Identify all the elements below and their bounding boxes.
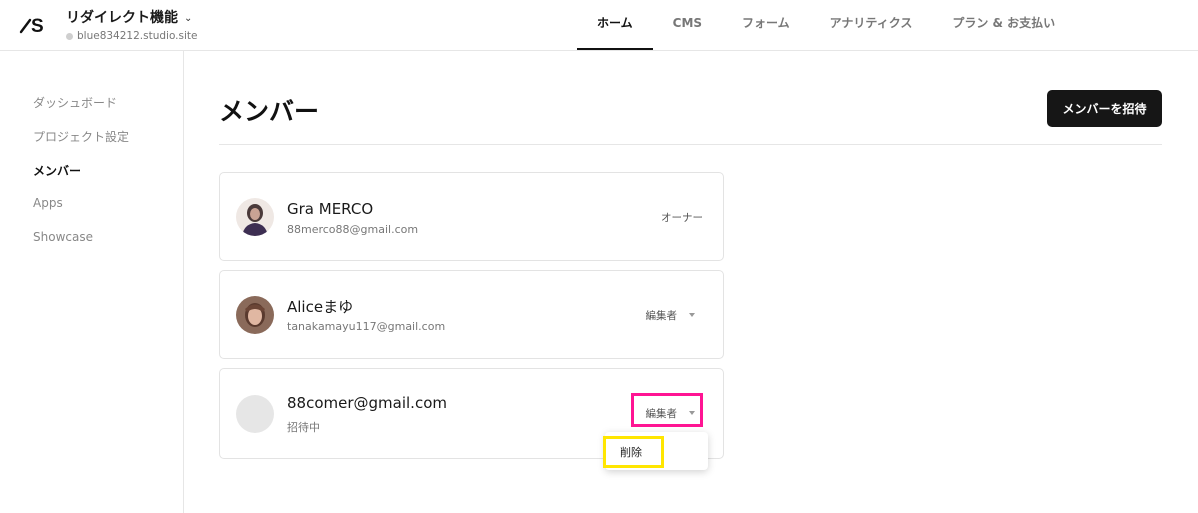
- project-url-row: blue834212.studio.site: [66, 30, 197, 42]
- member-name: Gra MERCO: [287, 200, 374, 218]
- menu-item-label: 削除: [620, 446, 642, 459]
- caret-down-icon: [689, 313, 695, 317]
- avatar: [236, 198, 274, 236]
- role-select[interactable]: 編集者: [645, 308, 695, 323]
- caret-down-icon: [689, 411, 695, 415]
- main-nav: ホーム CMS フォーム アナリティクス プラン & お支払い: [577, 0, 1075, 50]
- member-role: オーナー: [661, 212, 703, 224]
- invite-member-button[interactable]: メンバーを招待: [1047, 90, 1162, 127]
- tab-analytics[interactable]: アナリティクス: [810, 0, 933, 50]
- tab-cms[interactable]: CMS: [653, 0, 722, 50]
- member-email: tanakamayu117@gmail.com: [287, 320, 446, 333]
- divider: [219, 144, 1162, 145]
- member-email: 88merco88@gmail.com: [287, 223, 419, 236]
- role-select-label: 編集者: [645, 310, 678, 322]
- sidebar-item-project-settings[interactable]: プロジェクト設定: [33, 128, 129, 145]
- sidebar-item-apps[interactable]: Apps: [33, 196, 63, 210]
- tab-forms[interactable]: フォーム: [722, 0, 810, 50]
- member-name: Aliceまゆ: [287, 298, 354, 316]
- project-url: blue834212.studio.site: [77, 30, 198, 42]
- role-select-label: 編集者: [645, 408, 678, 420]
- role-dropdown-menu: 削除: [605, 432, 708, 470]
- sidebar-item-members[interactable]: メンバー: [33, 162, 81, 179]
- avatar-placeholder: [236, 395, 274, 433]
- role-select[interactable]: 編集者: [645, 406, 695, 421]
- member-email-name: 88comer@gmail.com: [287, 394, 447, 412]
- top-bar: S リダイレクト機能 ⌄ blue834212.studio.site ホーム C…: [0, 0, 1198, 51]
- project-switcher[interactable]: リダイレクト機能 ⌄ blue834212.studio.site: [66, 7, 197, 42]
- tab-home[interactable]: ホーム: [577, 0, 653, 50]
- member-card: Aliceまゆ tanakamayu117@gmail.com 編集者: [219, 270, 724, 359]
- sidebar-item-showcase[interactable]: Showcase: [33, 230, 93, 244]
- tab-plan-billing[interactable]: プラン & お支払い: [932, 0, 1075, 50]
- member-card: Gra MERCO 88merco88@gmail.com オーナー: [219, 172, 724, 261]
- avatar: [236, 296, 274, 334]
- invite-status: 招待中: [287, 421, 320, 434]
- menu-item-delete[interactable]: 削除: [605, 432, 708, 470]
- studio-logo-icon[interactable]: S: [18, 12, 48, 37]
- svg-text:S: S: [31, 16, 44, 36]
- status-dot-icon: [66, 32, 73, 40]
- sidebar: ダッシュボード プロジェクト設定 メンバー Apps Showcase: [0, 51, 184, 513]
- project-name: リダイレクト機能: [66, 10, 178, 26]
- sidebar-item-dashboard[interactable]: ダッシュボード: [33, 94, 117, 111]
- chevron-down-icon: ⌄: [184, 13, 193, 24]
- page-title: メンバー: [219, 97, 320, 126]
